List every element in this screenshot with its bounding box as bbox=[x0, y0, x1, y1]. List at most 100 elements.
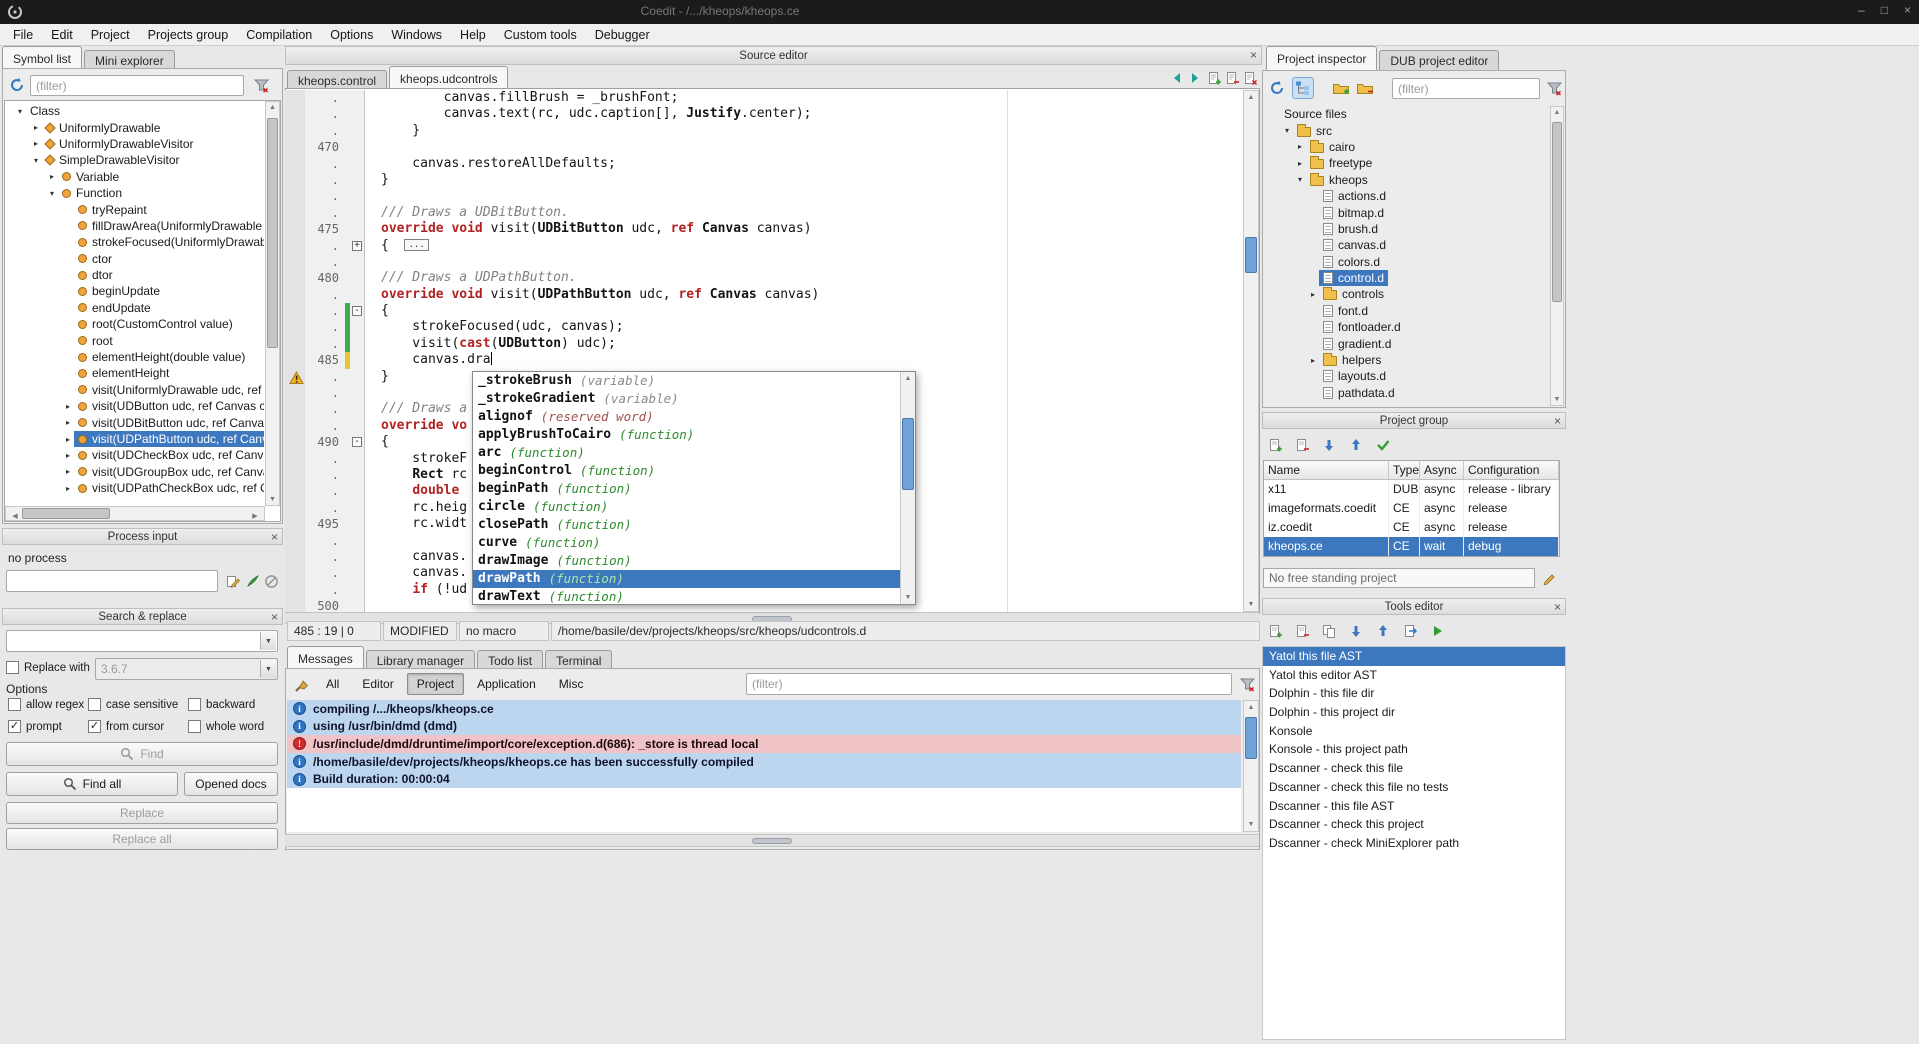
add-project-icon[interactable] bbox=[1264, 434, 1286, 456]
completion-item[interactable]: arc(function) bbox=[473, 444, 900, 462]
filter-toggle-project[interactable]: Project bbox=[407, 673, 464, 695]
tab-library-manager[interactable]: Library manager bbox=[366, 650, 475, 670]
clone-tool-icon[interactable] bbox=[1318, 620, 1340, 642]
symbol-tree-item[interactable]: ▸UniformlyDrawable bbox=[6, 119, 264, 135]
move-up-icon[interactable] bbox=[1345, 434, 1367, 456]
code-line[interactable]: .} bbox=[285, 172, 1243, 188]
cancel-icon[interactable] bbox=[260, 570, 282, 592]
scroll-up-icon[interactable]: ▲ bbox=[1551, 109, 1563, 116]
message-row[interactable]: iusing /usr/bin/dmd (dmd) bbox=[287, 718, 1241, 736]
edit-project-icon[interactable] bbox=[1538, 567, 1560, 589]
checkbox-box[interactable] bbox=[188, 720, 201, 733]
code-line[interactable]: . strokeFocused(udc, canvas); bbox=[285, 319, 1243, 335]
scroll-right-icon[interactable]: ▶ bbox=[248, 510, 262, 522]
checkbox-allow-regex[interactable]: allow regex bbox=[8, 698, 88, 711]
symbol-tree-item[interactable]: ▸visit(UDBitButton udc, ref Canvas c bbox=[6, 414, 264, 430]
completion-item[interactable]: alignof(reserved word) bbox=[473, 408, 900, 426]
symbol-tree-item[interactable]: ▸Variable bbox=[6, 169, 264, 185]
scroll-up-icon[interactable]: ▲ bbox=[266, 104, 279, 111]
chevron-right-icon[interactable]: ▸ bbox=[30, 123, 42, 132]
scroll-up-icon[interactable]: ▲ bbox=[1244, 94, 1258, 101]
symbol-tree-item[interactable]: root bbox=[6, 332, 264, 348]
chevron-down-icon[interactable]: ▾ bbox=[14, 107, 26, 116]
symbol-tree-hscrollbar[interactable]: ◀ ▶ bbox=[5, 506, 265, 521]
checkbox-box[interactable]: ✓ bbox=[88, 720, 101, 733]
remove-project-icon[interactable] bbox=[1291, 434, 1313, 456]
close-button[interactable]: × bbox=[1904, 3, 1911, 17]
tab-terminal[interactable]: Terminal bbox=[545, 650, 612, 670]
symbol-tree-item[interactable]: ▸visit(UDCheckBox udc, ref Canvas bbox=[6, 447, 264, 463]
file-tree-item[interactable]: ▾kheops bbox=[1264, 172, 1550, 188]
tool-item[interactable]: Dscanner - check this file bbox=[1263, 759, 1565, 778]
checkbox-box[interactable] bbox=[6, 661, 19, 674]
completion-item[interactable]: _strokeGradient(variable) bbox=[473, 390, 900, 408]
menu-item-file[interactable]: File bbox=[4, 25, 42, 45]
code-line[interactable]: 480/// Draws a UDPathButton. bbox=[285, 270, 1243, 286]
message-row[interactable]: i/home/basile/dev/projects/kheops/kheops… bbox=[287, 753, 1241, 771]
menu-item-options[interactable]: Options bbox=[321, 25, 382, 45]
code-line[interactable]: . canvas.restoreAllDefaults; bbox=[285, 156, 1243, 172]
close-icon[interactable]: × bbox=[271, 529, 278, 545]
move-down-icon[interactable] bbox=[1318, 434, 1340, 456]
close-icon[interactable]: × bbox=[271, 609, 278, 625]
scroll-down-icon[interactable]: ▼ bbox=[901, 594, 915, 601]
completion-item[interactable]: applyBrushToCairo(function) bbox=[473, 426, 900, 444]
tree-view-toggle-icon[interactable] bbox=[1292, 77, 1314, 99]
chevron-right-icon[interactable]: ▸ bbox=[46, 172, 58, 181]
symbol-tree-item[interactable]: elementHeight(double value) bbox=[6, 349, 264, 365]
chevron-down-icon[interactable]: ▼ bbox=[260, 632, 276, 650]
refresh-icon[interactable] bbox=[6, 74, 28, 96]
send-input-icon[interactable] bbox=[222, 570, 244, 592]
tool-item[interactable]: Dscanner - check this file no tests bbox=[1263, 778, 1565, 797]
file-tree-item[interactable]: ▾src bbox=[1264, 122, 1550, 138]
scrollbar-thumb[interactable] bbox=[902, 418, 914, 490]
code-line[interactable]: . bbox=[285, 254, 1243, 270]
tab-kheops-udcontrols[interactable]: kheops.udcontrols bbox=[389, 66, 508, 90]
move-up-icon[interactable] bbox=[1372, 620, 1394, 642]
file-tree-item[interactable]: canvas.d bbox=[1264, 237, 1550, 253]
scroll-down-icon[interactable]: ▼ bbox=[1244, 821, 1258, 828]
column-header-async[interactable]: Async bbox=[1420, 461, 1464, 479]
fold-gutter-cell[interactable]: - bbox=[350, 434, 365, 450]
scrollbar-thumb[interactable] bbox=[267, 118, 278, 348]
file-tree-item[interactable]: brush.d bbox=[1264, 221, 1550, 237]
add-tool-icon[interactable] bbox=[1264, 620, 1286, 642]
file-tree-item[interactable]: colors.d bbox=[1264, 254, 1550, 270]
chevron-right-icon[interactable]: ▸ bbox=[62, 467, 74, 476]
minimize-button[interactable]: – bbox=[1858, 3, 1865, 17]
message-row[interactable]: icompiling /.../kheops/kheops.ce bbox=[287, 700, 1241, 718]
code-line[interactable]: .+{ ... bbox=[285, 238, 1243, 254]
file-tree-item[interactable]: ▸freetype bbox=[1264, 155, 1550, 171]
chevron-right-icon[interactable]: ▸ bbox=[30, 139, 42, 148]
replace-all-button[interactable]: Replace all bbox=[6, 828, 278, 850]
menu-item-projects-group[interactable]: Projects group bbox=[139, 25, 238, 45]
chevron-down-icon[interactable]: ▾ bbox=[1281, 126, 1293, 135]
tool-item[interactable]: Konsole - this project path bbox=[1263, 740, 1565, 759]
replace-with-combo[interactable]: 3.6.7 ▼ bbox=[95, 658, 278, 680]
checkbox-backward[interactable]: backward bbox=[188, 698, 280, 711]
tab-dub-project-editor[interactable]: DUB project editor bbox=[1379, 50, 1499, 70]
remove-folder-icon[interactable] bbox=[1354, 77, 1376, 99]
tool-item[interactable]: Dolphin - this file dir bbox=[1263, 684, 1565, 703]
editor-vscrollbar[interactable]: ▲ ▼ bbox=[1243, 90, 1259, 612]
menu-item-edit[interactable]: Edit bbox=[42, 25, 82, 45]
move-down-icon[interactable] bbox=[1345, 620, 1367, 642]
tool-item[interactable]: Yatol this file AST bbox=[1263, 647, 1565, 666]
symbol-tree-item[interactable]: ▾SimpleDrawableVisitor bbox=[6, 152, 264, 168]
refresh-icon[interactable] bbox=[1266, 77, 1288, 99]
close-document-icon[interactable] bbox=[1239, 67, 1261, 89]
remove-tool-icon[interactable] bbox=[1291, 620, 1313, 642]
symbol-tree-item[interactable]: ▸visit(UDPathCheckBox udc, ref Can bbox=[6, 480, 264, 496]
file-tree-item[interactable]: pathdata.d bbox=[1264, 385, 1550, 401]
completion-scrollbar[interactable]: ▲ ▼ bbox=[900, 372, 915, 604]
menu-item-project[interactable]: Project bbox=[82, 25, 139, 45]
symbol-tree-item[interactable]: ▸visit(UDButton udc, ref Canvas can bbox=[6, 398, 264, 414]
chevron-right-icon[interactable]: ▸ bbox=[62, 418, 74, 427]
fold-minus-icon[interactable]: - bbox=[352, 437, 362, 447]
project-group-row[interactable]: kheops.ceCEwaitdebug bbox=[1264, 537, 1559, 556]
code-line[interactable]: 485 canvas.dra bbox=[285, 352, 1243, 368]
code-line[interactable]: . visit(cast(UDButton) udc); bbox=[285, 336, 1243, 352]
symbol-tree-item[interactable]: ▸visit(UDGroupBox udc, ref Canvas c bbox=[6, 464, 264, 480]
code-line[interactable]: . canvas.fillBrush = _brushFont; bbox=[285, 90, 1243, 106]
filter-toggle-misc[interactable]: Misc bbox=[549, 673, 594, 695]
